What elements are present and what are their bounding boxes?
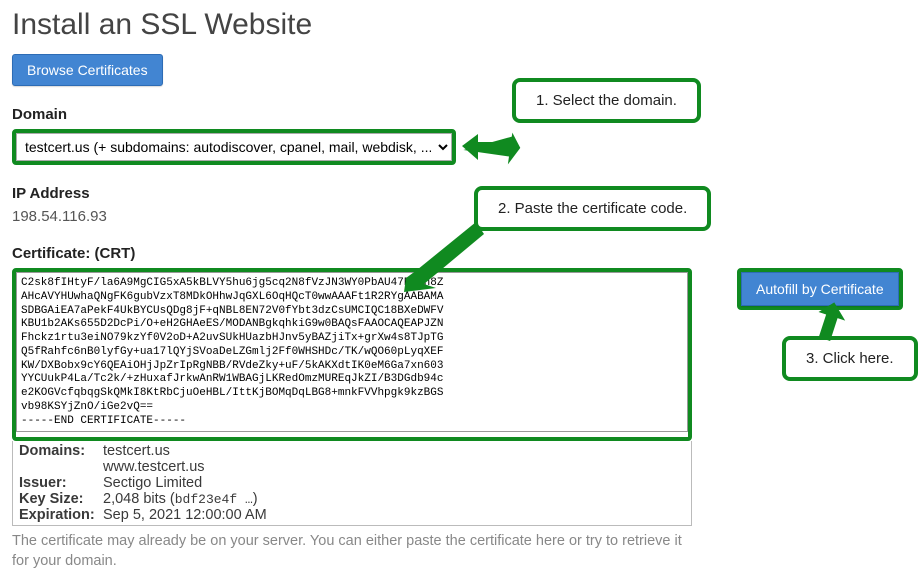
- certificate-hint-text: The certificate may already be on your s…: [12, 532, 702, 571]
- details-domains-value-2: www.testcert.us: [103, 459, 685, 475]
- callout-paste-certificate: 2. Paste the certificate code.: [474, 186, 711, 231]
- callout-select-domain: 1. Select the domain.: [512, 78, 701, 123]
- autofill-by-certificate-button[interactable]: Autofill by Certificate: [741, 272, 899, 306]
- details-keysize-label: Key Size:: [19, 491, 103, 507]
- details-issuer-label: Issuer:: [19, 475, 103, 491]
- browse-certificates-button[interactable]: Browse Certificates: [12, 54, 163, 86]
- details-domains-label: Domains:: [19, 443, 103, 459]
- domain-label: Domain: [12, 106, 910, 123]
- details-expiration-label: Expiration:: [19, 507, 103, 523]
- page-title: Install an SSL Website: [12, 8, 910, 42]
- arrow-icon-certificate: [404, 222, 488, 292]
- details-keysize-value: 2,048 bits (bdf23e4f …): [103, 491, 685, 507]
- arrow-icon-autofill: [810, 302, 850, 342]
- ip-address-label: IP Address: [12, 185, 910, 202]
- arrow-icon-domain: [462, 130, 522, 170]
- details-expiration-value: Sep 5, 2021 12:00:00 AM: [103, 507, 685, 523]
- certificate-textarea[interactable]: [16, 272, 688, 432]
- domain-select-highlight: testcert.us (+ subdomains: autodiscover,…: [12, 129, 456, 165]
- details-domains-value-1: testcert.us: [103, 443, 685, 459]
- domain-select[interactable]: testcert.us (+ subdomains: autodiscover,…: [16, 133, 452, 161]
- certificate-textarea-highlight: [12, 268, 692, 441]
- details-issuer-value: Sectigo Limited: [103, 475, 685, 491]
- callout-click-here: 3. Click here.: [782, 336, 918, 381]
- certificate-details: Domains: testcert.us www.testcert.us Iss…: [12, 441, 692, 526]
